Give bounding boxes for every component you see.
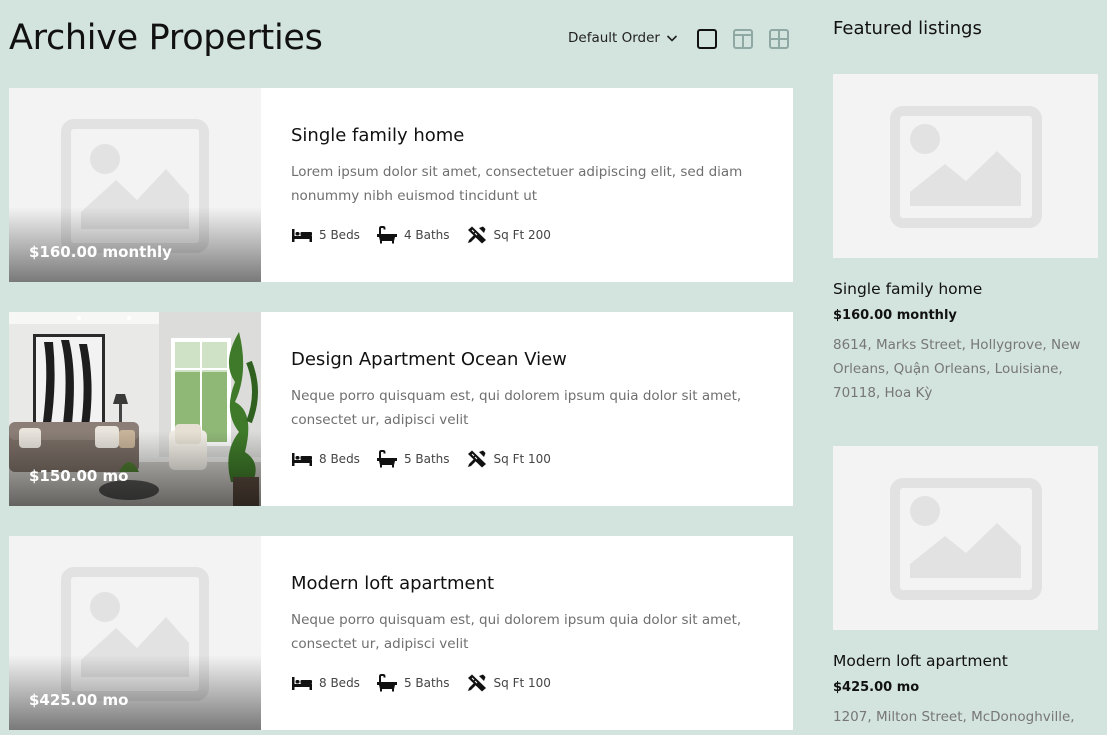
featured-item-price: $160.00 monthly xyxy=(833,308,957,323)
featured-item-name[interactable]: Single family home xyxy=(833,280,1098,298)
page-title: Archive Properties xyxy=(9,18,323,58)
bed-icon xyxy=(292,453,312,466)
baths-feature: 5 Baths xyxy=(376,450,450,468)
property-title[interactable]: Modern loft apartment xyxy=(291,573,781,594)
property-info: Single family home Lorem ipsum dolor sit… xyxy=(261,88,781,282)
area-label: Sq Ft 100 xyxy=(493,676,551,690)
area-feature: Sq Ft 200 xyxy=(466,226,551,244)
area-label: Sq Ft 200 xyxy=(493,228,551,242)
bath-icon xyxy=(376,674,397,692)
order-select[interactable]: Default Order xyxy=(568,30,678,46)
featured-thumbnail[interactable] xyxy=(833,446,1098,630)
two-column-view-icon[interactable] xyxy=(732,28,754,50)
featured-item-address: 8614, Marks Street, Hollygrove, New Orle… xyxy=(833,337,1081,401)
baths-label: 5 Baths xyxy=(403,676,450,690)
area-label: Sq Ft 100 xyxy=(493,452,551,466)
ruler-pencil-icon xyxy=(467,450,486,468)
featured-item-address: 1207, Milton Street, McDonoghville, xyxy=(833,709,1075,725)
beds-label: 8 Beds xyxy=(319,676,360,690)
bed-icon xyxy=(292,229,312,242)
featured-thumbnail[interactable] xyxy=(833,74,1098,258)
archive-main: Archive Properties Default Order $160.00… xyxy=(9,0,793,730)
beds-label: 5 Beds xyxy=(319,228,360,242)
property-card: $160.00 monthly Single family home Lorem… xyxy=(9,88,793,282)
featured-item: Single family home $160.00 monthly 8614,… xyxy=(833,74,1098,405)
property-title[interactable]: Single family home xyxy=(291,125,781,146)
baths-feature: 5 Baths xyxy=(376,674,450,692)
featured-title: Featured listings xyxy=(833,18,982,39)
price-label: $425.00 mo xyxy=(29,691,129,709)
beds-label: 8 Beds xyxy=(319,452,360,466)
price-label: $150.00 mo xyxy=(29,467,129,485)
property-description: Lorem ipsum dolor sit amet, consectetuer… xyxy=(291,164,743,204)
property-title[interactable]: Design Apartment Ocean View xyxy=(291,349,781,370)
property-features: 8 Beds 5 Baths Sq Ft 100 xyxy=(291,450,781,468)
property-features: 5 Beds 4 Baths Sq Ft 200 xyxy=(291,226,781,244)
view-mode-switcher xyxy=(696,28,790,50)
list-view-icon[interactable] xyxy=(696,28,718,50)
property-description: Neque porro quisquam est, qui dolorem ip… xyxy=(291,388,742,428)
property-thumbnail[interactable]: $425.00 mo xyxy=(9,536,261,730)
archive-header: Archive Properties Default Order xyxy=(9,0,793,88)
property-card: $425.00 mo Modern loft apartment Neque p… xyxy=(9,536,793,730)
grid-view-icon[interactable] xyxy=(768,28,790,50)
property-card: $150.00 mo Design Apartment Ocean View N… xyxy=(9,312,793,506)
beds-feature: 8 Beds xyxy=(291,674,360,692)
property-features: 8 Beds 5 Baths Sq Ft 100 xyxy=(291,674,781,692)
beds-feature: 8 Beds xyxy=(291,450,360,468)
property-thumbnail[interactable]: $150.00 mo xyxy=(9,312,261,506)
order-select-label: Default Order xyxy=(568,30,660,46)
property-info: Design Apartment Ocean View Neque porro … xyxy=(261,312,781,506)
featured-item: Modern loft apartment $425.00 mo 1207, M… xyxy=(833,446,1098,729)
property-info: Modern loft apartment Neque porro quisqu… xyxy=(261,536,781,730)
featured-item-price: $425.00 mo xyxy=(833,680,920,695)
property-description: Neque porro quisquam est, qui dolorem ip… xyxy=(291,612,742,652)
baths-label: 5 Baths xyxy=(403,452,450,466)
baths-label: 4 Baths xyxy=(403,228,450,242)
ruler-pencil-icon xyxy=(467,226,486,244)
image-placeholder-icon xyxy=(890,106,1042,228)
property-thumbnail[interactable]: $160.00 monthly xyxy=(9,88,261,282)
price-label: $160.00 monthly xyxy=(29,243,172,261)
ruler-pencil-icon xyxy=(467,674,486,692)
beds-feature: 5 Beds xyxy=(291,226,360,244)
area-feature: Sq Ft 100 xyxy=(466,674,551,692)
bed-icon xyxy=(292,677,312,690)
chevron-down-icon xyxy=(666,35,678,42)
bath-icon xyxy=(376,450,397,468)
bath-icon xyxy=(376,226,397,244)
featured-item-name[interactable]: Modern loft apartment xyxy=(833,652,1098,670)
area-feature: Sq Ft 100 xyxy=(466,450,551,468)
baths-feature: 4 Baths xyxy=(376,226,450,244)
image-placeholder-icon xyxy=(890,478,1042,600)
